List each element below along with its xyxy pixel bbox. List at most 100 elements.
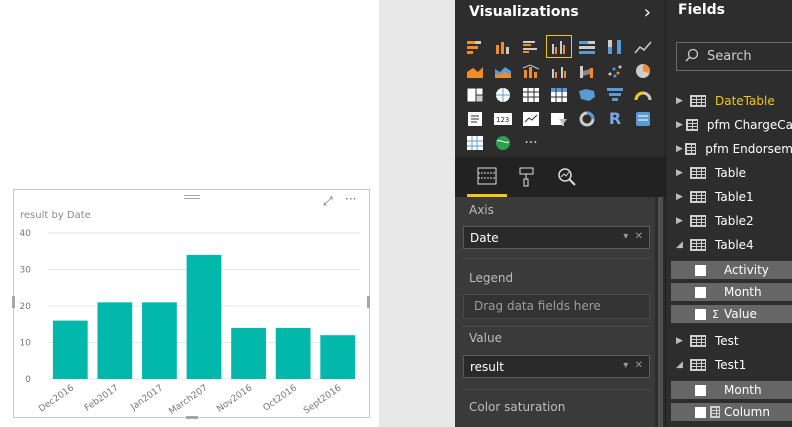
slicer-icon[interactable] [547, 108, 571, 129]
clustered-column-icon[interactable] [546, 35, 572, 58]
search-input[interactable]: Search [676, 42, 792, 71]
bar [275, 327, 311, 379]
table-row-pfm-chargeca[interactable]: ▶ pfm ChargeCa [666, 115, 792, 135]
line-column-icon[interactable] [519, 60, 543, 81]
ribbon-chart-icon[interactable] [575, 60, 599, 81]
field-checkbox[interactable] [695, 406, 706, 418]
search-icon [685, 48, 699, 66]
scatter-chart-icon[interactable] [603, 60, 627, 81]
more-options-icon[interactable]: ··· [345, 192, 356, 206]
field-item[interactable]: Month [671, 381, 792, 399]
x-tick-label: Nov2016 [215, 383, 254, 415]
value-field-well[interactable]: result ▾ ✕ [463, 355, 650, 378]
drag-grip[interactable] [184, 195, 200, 196]
table-row-pfm-endorsem[interactable]: ▶ pfm Endorsem [666, 139, 792, 159]
100-column-icon[interactable] [603, 36, 627, 57]
legend-drop-zone[interactable]: Drag data fields here [463, 294, 650, 319]
funnel-icon[interactable] [603, 84, 627, 105]
table-row-test[interactable]: ▶ Test [666, 331, 792, 351]
gauge-icon[interactable] [631, 84, 655, 105]
visual-type-gallery: 123 R ··· [463, 35, 659, 153]
filled-map-icon[interactable] [575, 84, 599, 105]
multi-row-card-icon[interactable] [463, 108, 487, 129]
card-icon[interactable]: 123 [491, 108, 515, 129]
expand-arrow-icon[interactable]: ▶ [676, 96, 690, 106]
resize-handle-right[interactable] [367, 296, 370, 308]
table-name: Test1 [715, 358, 747, 372]
bar [142, 302, 177, 379]
more-visuals-icon[interactable]: ··· [519, 132, 543, 153]
table-icon [685, 143, 697, 155]
donut-chart-icon[interactable] [575, 108, 599, 129]
field-item[interactable]: Column [671, 403, 792, 421]
r-visual-icon[interactable]: R [603, 108, 627, 129]
wells-scrollbar[interactable] [658, 197, 663, 427]
well-controls[interactable]: ▾ ✕ [623, 360, 643, 373]
field-checkbox[interactable] [695, 384, 706, 396]
collapse-arrow-icon[interactable]: ◢ [676, 240, 690, 250]
x-tick-label: Sept2016 [302, 383, 344, 416]
table-row-table1[interactable]: ▶ Table1 [666, 187, 792, 207]
field-checkbox[interactable] [695, 264, 706, 276]
table-row-test1[interactable]: ◢ Test1 [666, 355, 792, 375]
stacked-area-icon[interactable] [491, 60, 515, 81]
value-label: Value [469, 331, 502, 345]
field-item[interactable]: Σ Value [671, 305, 792, 323]
line-chart-icon[interactable] [631, 36, 655, 57]
y-tick-label: 40 [20, 229, 32, 239]
area-chart-icon[interactable] [463, 60, 487, 81]
field-checkbox[interactable] [695, 286, 706, 298]
format-paint-roller-icon[interactable] [507, 157, 547, 197]
kpi-icon[interactable] [519, 108, 543, 129]
color-saturation-label: Color saturation [469, 400, 566, 414]
treemap-icon[interactable] [463, 84, 487, 105]
table-row-table[interactable]: ▶ Table [666, 163, 792, 183]
visualizations-header: Visualizations › [455, 0, 665, 24]
table-icon [690, 191, 706, 203]
collapse-arrow-icon[interactable]: ◢ [676, 360, 690, 370]
axis-field-value: Date [470, 231, 499, 245]
globe-map-icon[interactable] [491, 132, 515, 153]
waterfall-icon[interactable] [463, 132, 487, 153]
table-row-datetable[interactable]: ▶ DateTable [666, 91, 792, 111]
bar-chart-visual[interactable]: ⤢ ··· result by Date 0 10 20 30 40 Dec2016 Feb… [12, 189, 370, 419]
fields-tab-icon[interactable] [467, 157, 507, 197]
well-controls[interactable]: ▾ ✕ [623, 231, 643, 244]
visual-title: result by Date [20, 210, 91, 221]
y-tick-label: 30 [20, 266, 32, 276]
expand-arrow-icon[interactable]: ▶ [676, 216, 690, 226]
axis-field-well[interactable]: Date ▾ ✕ [463, 226, 650, 249]
table-name: pfm ChargeCa [706, 118, 792, 132]
stacked-bar-icon[interactable] [463, 36, 487, 57]
matrix-icon[interactable] [547, 84, 571, 105]
table-name: Test [715, 334, 739, 348]
table-name: Table1 [715, 190, 754, 204]
line-clustered-icon[interactable] [547, 60, 571, 81]
expand-arrow-icon[interactable]: ▶ [676, 168, 690, 178]
clustered-bar-icon[interactable] [519, 36, 543, 57]
stacked-column-icon[interactable] [491, 36, 515, 57]
field-item[interactable]: Activity [671, 261, 792, 279]
table-icon [690, 335, 706, 347]
divider [463, 326, 650, 327]
focus-mode-icon[interactable]: ⤢ [323, 194, 333, 209]
expand-arrow-icon[interactable]: ▶ [676, 192, 690, 202]
expand-arrow-icon[interactable]: ▶ [676, 120, 686, 130]
expand-arrow-icon[interactable]: ▶ [676, 336, 690, 346]
field-name: Activity [724, 263, 769, 277]
expand-arrow-icon[interactable]: ▶ [676, 144, 685, 154]
table-row-table4[interactable]: ◢ Table4 [666, 235, 792, 255]
table-row-table2[interactable]: ▶ Table2 [666, 211, 792, 231]
arcgis-map-icon[interactable] [631, 108, 655, 129]
pie-chart-icon[interactable] [631, 60, 655, 81]
resize-handle-bottom[interactable] [186, 416, 198, 419]
collapse-chevron-icon[interactable]: › [644, 2, 651, 23]
analytics-magnifier-icon[interactable] [547, 157, 587, 197]
field-checkbox[interactable] [695, 308, 706, 320]
field-name: Value [723, 307, 757, 321]
100-bar-icon[interactable] [575, 36, 599, 57]
field-item[interactable]: Month [671, 283, 792, 301]
map-globe-icon[interactable] [491, 84, 515, 105]
table-icon[interactable] [519, 84, 543, 105]
resize-handle-left[interactable] [12, 296, 15, 308]
